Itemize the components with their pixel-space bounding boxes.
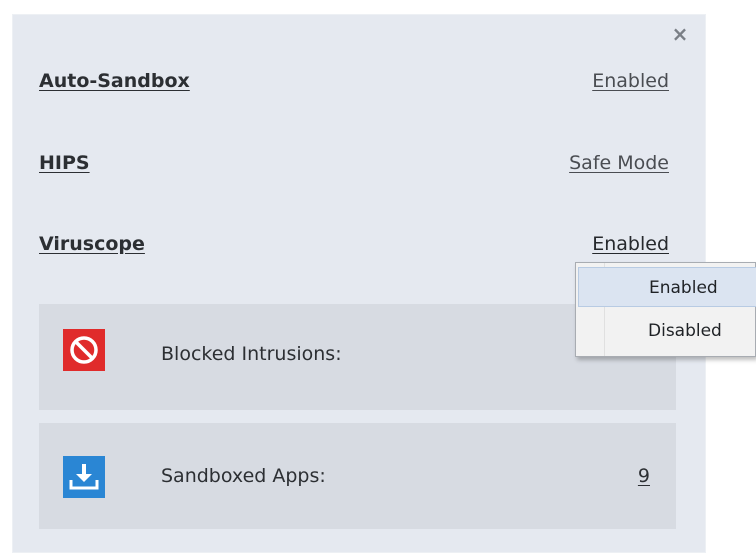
dropdown-option-label: Enabled (649, 278, 718, 298)
sandboxed-apps-label: Sandboxed Apps: (161, 465, 326, 487)
dropdown-option-enabled[interactable]: Enabled (578, 267, 756, 307)
blocked-icon (63, 329, 105, 371)
auto-sandbox-label[interactable]: Auto-Sandbox (39, 70, 190, 92)
sandboxed-apps-box: Sandboxed Apps: 9 (39, 423, 676, 529)
close-button[interactable]: × (670, 24, 690, 44)
dropdown-option-label: Disabled (648, 321, 722, 341)
auto-sandbox-value[interactable]: Enabled (592, 70, 669, 92)
hips-value[interactable]: Safe Mode (569, 152, 669, 174)
blocked-intrusions-label: Blocked Intrusions: (161, 343, 342, 365)
hips-label[interactable]: HIPS (39, 152, 90, 174)
viruscope-value[interactable]: Enabled (592, 233, 669, 255)
viruscope-dropdown-menu: Enabled Disabled (575, 262, 756, 357)
download-icon (63, 456, 105, 498)
sandboxed-apps-count[interactable]: 9 (638, 465, 650, 487)
dropdown-option-disabled[interactable]: Disabled (578, 311, 756, 351)
close-icon: × (671, 22, 689, 46)
viruscope-label[interactable]: Viruscope (39, 233, 145, 255)
